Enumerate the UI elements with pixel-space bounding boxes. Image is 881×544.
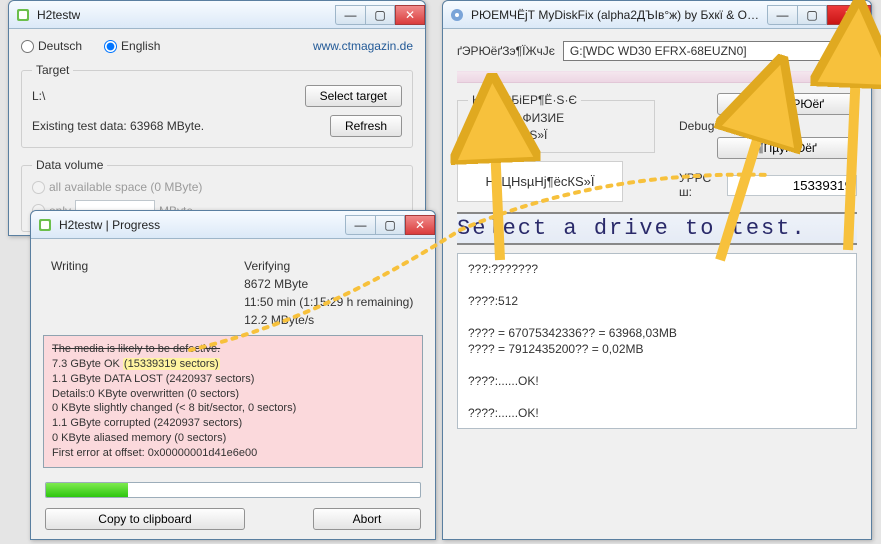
target-legend: Target bbox=[32, 63, 73, 77]
alt-fix-button[interactable]: ¶ПµуРЮёґ bbox=[717, 137, 857, 159]
chevron-down-icon: ▼ bbox=[840, 46, 850, 57]
radio-opt-2[interactable]: µНј¶ёсКЅ»Ї bbox=[468, 128, 547, 142]
window-title: H2testw bbox=[37, 8, 80, 22]
radio-opt-1-label: ИМЩАФИЗИЕ bbox=[485, 111, 564, 125]
close-button[interactable]: ✕ bbox=[827, 5, 871, 25]
progress-fill bbox=[46, 483, 128, 497]
select-drive-heading: Select a drive to test. bbox=[457, 212, 857, 245]
window-h2testw: H2testw — ▢ ✕ Deutsch English www.ctmaga… bbox=[8, 0, 426, 236]
lang-deutsch-radio[interactable]: Deutsch bbox=[21, 39, 82, 53]
app-icon bbox=[37, 217, 53, 233]
drive-label: ґЭРЮёґЗэ¶ЇЖчЈє bbox=[457, 44, 555, 58]
lang-english-radio[interactable]: English bbox=[104, 39, 160, 53]
mode-group: КµјКИЗБіЕР¶Ё·Ѕ·Є ИМЩАФИЗИЕ µНј¶ёсКЅ»Ї bbox=[457, 93, 655, 153]
data-volume-legend: Data volume bbox=[32, 158, 107, 172]
radio-opt-2-label: µНј¶ёсКЅ»Ї bbox=[485, 128, 547, 142]
minimize-button[interactable]: — bbox=[767, 5, 797, 25]
copy-clipboard-button[interactable]: Copy to clipboard bbox=[45, 508, 245, 530]
sectors-label: УРРС ш: bbox=[679, 171, 717, 199]
titlebar-progress[interactable]: H2testw | Progress — ▢ ✕ bbox=[31, 211, 435, 239]
mode-legend: КµјКИЗБіЕР¶Ё·Ѕ·Є bbox=[468, 93, 581, 107]
select-target-button[interactable]: Select target bbox=[305, 85, 402, 107]
debug-label: Debug bbox=[679, 119, 714, 133]
decorative-bar bbox=[457, 71, 857, 83]
dv-all-label: all available space (0 MByte) bbox=[49, 180, 202, 194]
target-drive-label: L:\ bbox=[32, 89, 45, 103]
lang-deutsch-label: Deutsch bbox=[38, 39, 82, 53]
target-group: Target L:\ Select target Existing test d… bbox=[21, 63, 413, 148]
scan-fix-button[interactable]: ЙёГи & РЮёґ bbox=[717, 93, 857, 115]
refresh-button[interactable]: Refresh bbox=[330, 115, 402, 137]
subbox: НЈЦНѕµНј¶ёсКЅ»Ї bbox=[457, 161, 623, 202]
lang-english-label: English bbox=[121, 39, 160, 53]
titlebar-h2testw[interactable]: H2testw — ▢ ✕ bbox=[9, 1, 425, 29]
window-title: РЮЕМЧЁјТ MyDiskFix (alpha2ДЪІв°ж) by Бхк… bbox=[471, 8, 761, 22]
close-button[interactable]: ✕ bbox=[395, 5, 425, 25]
existing-data-label: Existing test data: 63968 MByte. bbox=[32, 119, 204, 133]
maximize-button[interactable]: ▢ bbox=[365, 5, 395, 25]
minimize-button[interactable]: — bbox=[335, 5, 365, 25]
log-output-box: ???:??????? ????:512 ???? = 67075342336?… bbox=[457, 253, 857, 429]
close-button[interactable]: ✕ bbox=[405, 215, 435, 235]
titlebar-mydiskfix[interactable]: РЮЕМЧЁјТ MyDiskFix (alpha2ДЪІв°ж) by Бхк… bbox=[443, 1, 871, 29]
maximize-button[interactable]: ▢ bbox=[375, 215, 405, 235]
site-link[interactable]: www.ctmagazin.de bbox=[313, 39, 413, 53]
abort-button[interactable]: Abort bbox=[313, 508, 421, 530]
verifying-label: Verifying bbox=[244, 259, 413, 273]
disk-icon bbox=[449, 7, 465, 23]
window-progress: H2testw | Progress — ▢ ✕ Writing Verifyi… bbox=[30, 210, 436, 540]
window-title: H2testw | Progress bbox=[59, 218, 160, 232]
minimize-button[interactable]: — bbox=[345, 215, 375, 235]
sectors-input[interactable] bbox=[727, 175, 857, 196]
writing-label: Writing bbox=[51, 259, 88, 273]
drive-value: G:[WDC WD30 EFRX-68EUZN0] bbox=[570, 44, 747, 58]
verifying-size: 8672 MByte bbox=[244, 277, 413, 291]
radio-opt-1[interactable]: ИМЩАФИЗИЕ bbox=[468, 111, 564, 125]
dv-all-radio: all available space (0 MByte) bbox=[32, 180, 402, 194]
verifying-time: 11:50 min (1:15:29 h remaining) bbox=[244, 295, 413, 309]
progress-bar bbox=[45, 482, 421, 498]
result-log-box: The media is likely to be defective.7.3 … bbox=[43, 335, 423, 468]
app-icon bbox=[15, 7, 31, 23]
drive-dropdown[interactable]: G:[WDC WD30 EFRX-68EUZN0] ▼ bbox=[563, 41, 857, 61]
verifying-rate: 12.2 MByte/s bbox=[244, 313, 413, 327]
window-mydiskfix: РЮЕМЧЁјТ MyDiskFix (alpha2ДЪІв°ж) by Бхк… bbox=[442, 0, 872, 540]
maximize-button[interactable]: ▢ bbox=[797, 5, 827, 25]
